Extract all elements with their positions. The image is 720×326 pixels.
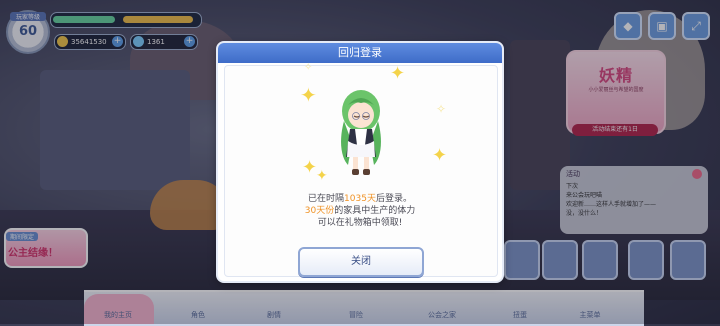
- close-button[interactable]: 关闭: [298, 247, 424, 277]
- sparkle-icon: ✧: [436, 102, 447, 116]
- sparkle-icon: ✧: [304, 62, 313, 73]
- message-line-2: 30天份的家具中生产的体力: [218, 205, 502, 217]
- message-prefix: 已在时隔: [308, 194, 345, 204]
- message-suffix: 后登录。: [375, 194, 412, 204]
- days-absent: 1035天: [344, 194, 376, 204]
- sparkle-icon: ✦: [432, 145, 448, 166]
- message-line-1: 已在时隔1035天后登录。: [218, 193, 502, 205]
- sparkle-icon: ✦: [300, 83, 317, 107]
- dialog-title: 回归登录: [218, 43, 502, 63]
- message-line-3: 可以在礼物箱中领取!: [317, 218, 403, 228]
- furniture-days: 30天份: [304, 206, 335, 216]
- character-sprite: [341, 90, 381, 175]
- sparkle-icon: ✦: [390, 63, 406, 84]
- return-login-dialog: 回归登录 ✦ ✦ ✧ ✦ ✦ ✦ ✧ 已在时隔1035天后登录。 30天份的家具…: [218, 43, 502, 281]
- dialog-message: 已在时隔1035天后登录。 30天份的家具中生产的体力 可以在礼物箱中领取!: [218, 193, 502, 229]
- sparkle-icon: ✦: [302, 157, 318, 178]
- message-line-2-text: 的家具中生产的体力: [334, 206, 416, 216]
- sparkle-icon: ✦: [316, 168, 328, 184]
